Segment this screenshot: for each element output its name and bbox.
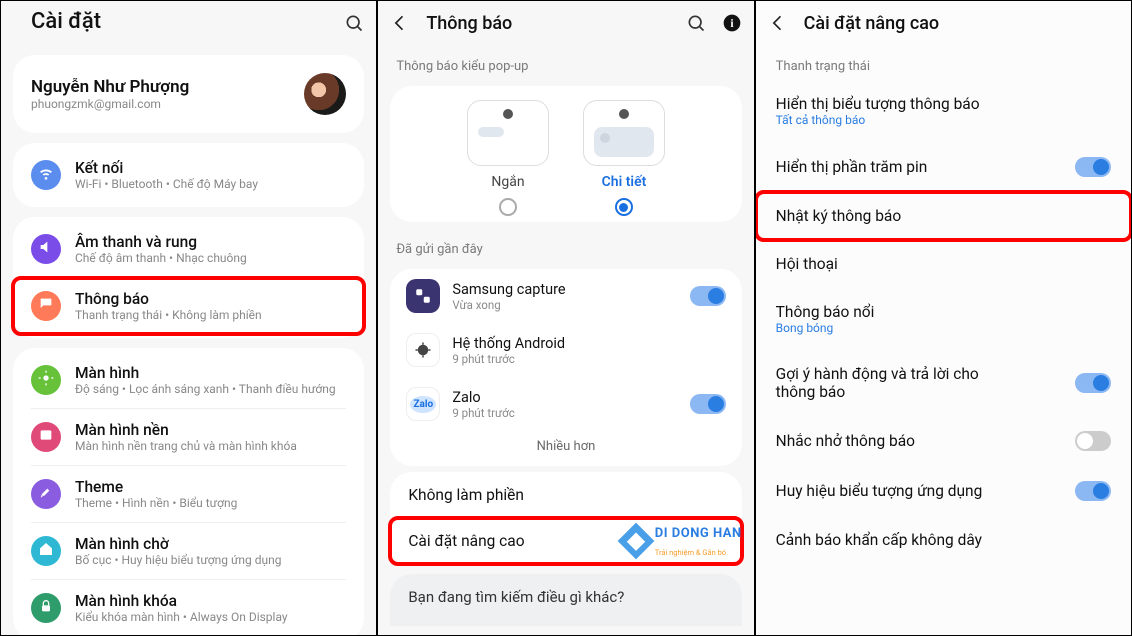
radio-selected-icon <box>615 198 633 216</box>
chat-icon <box>38 296 54 316</box>
profile-name: Nguyễn Như Phượng <box>31 77 189 97</box>
row-show-icons[interactable]: Hiển thị biểu tượng thông báoTất cả thôn… <box>756 80 1131 142</box>
back-icon[interactable] <box>768 13 788 33</box>
row-display[interactable]: Màn hìnhĐộ sáng • Lọc ánh sáng xanh • Th… <box>13 352 364 408</box>
row-reminder[interactable]: Nhắc nhở thông báo <box>756 416 1131 466</box>
row-badge[interactable]: Huy hiệu biểu tượng ứng dụng <box>756 466 1131 516</box>
samsung-capture-icon <box>406 279 440 313</box>
zalo-icon: Zalo <box>406 387 440 421</box>
info-icon[interactable]: i <box>722 13 742 33</box>
row-advanced[interactable]: Cài đặt nâng cao DI DONG HANTrải nghiệm … <box>390 518 741 564</box>
notifications-screen: Thông báo i Thông báo kiểu pop-up Ngắn C… <box>377 0 754 636</box>
android-system-icon <box>406 333 440 367</box>
profile-email: phuongzmk@gmail.com <box>31 97 189 111</box>
image-icon <box>38 427 54 447</box>
row-notification-history[interactable]: Nhật ký thông báo <box>756 192 1131 240</box>
row-themes[interactable]: ThemeTheme • Hình nền • Biểu tượng <box>13 466 364 522</box>
popup-style-card: Ngắn Chi tiết <box>390 86 741 222</box>
more-button[interactable]: Nhiều hơn <box>390 431 741 466</box>
popup-style-detail[interactable]: Chi tiết <box>583 100 665 216</box>
app-row[interactable]: Samsung captureVừa xong <box>390 269 741 323</box>
recent-apps-card: Samsung captureVừa xong Hệ thống Android… <box>390 269 741 466</box>
page-title: Thông báo <box>426 13 512 34</box>
toggle[interactable] <box>1075 431 1111 451</box>
sun-icon <box>38 370 54 390</box>
toggle[interactable] <box>690 286 726 306</box>
back-icon[interactable] <box>390 13 410 33</box>
row-suggest[interactable]: Gợi ý hành động và trả lời cho thông báo <box>756 350 1131 416</box>
row-home[interactable]: Màn hình chờBố cục • Huy hiệu biểu tượng… <box>13 523 364 579</box>
row-wallpaper[interactable]: Màn hình nềnMàn hình nền trang chủ và mà… <box>13 409 364 465</box>
popup-style-label: Thông báo kiểu pop-up <box>378 45 753 80</box>
header: Cài đặt <box>1 1 376 45</box>
search-other[interactable]: Bạn đang tìm kiếm điều gì khác? <box>390 574 741 626</box>
profile-card[interactable]: Nguyễn Như Phượng phuongzmk@gmail.com <box>13 55 364 133</box>
row-floating[interactable]: Thông báo nổiBong bóng <box>756 288 1131 350</box>
row-connections[interactable]: Kết nốiWi-Fi • Bluetooth • Chế độ Máy ba… <box>13 147 364 203</box>
search-icon[interactable] <box>686 13 706 33</box>
search-icon[interactable] <box>344 13 364 33</box>
toggle[interactable] <box>690 394 726 414</box>
toggle[interactable] <box>1075 481 1111 501</box>
settings-group-display: Màn hìnhĐộ sáng • Lọc ánh sáng xanh • Th… <box>13 348 364 636</box>
settings-group-connections: Kết nốiWi-Fi • Bluetooth • Chế độ Máy ba… <box>13 143 364 207</box>
advanced-settings-screen: Cài đặt nâng cao Thanh trạng thái Hiển t… <box>755 0 1132 636</box>
page-title: Cài đặt nâng cao <box>804 13 940 34</box>
watermark-logo: DI DONG HANTrải nghiệm & Gắn bó <box>623 523 742 559</box>
row-conversations[interactable]: Hội thoại <box>756 240 1131 288</box>
wifi-icon <box>38 165 54 185</box>
home-icon <box>38 541 54 561</box>
settings-root-screen: Cài đặt Nguyễn Như Phượng phuongzmk@gmai… <box>0 0 377 636</box>
toggle[interactable] <box>1075 157 1111 177</box>
lock-icon <box>38 598 54 618</box>
row-dnd[interactable]: Không làm phiền <box>390 472 741 518</box>
avatar <box>304 73 346 115</box>
radio-unselected-icon <box>499 198 517 216</box>
popup-style-short[interactable]: Ngắn <box>467 100 549 216</box>
settings-group-general: Âm thanh và rungChế độ âm thanh • Nhạc c… <box>13 217 364 338</box>
row-battery-percent[interactable]: Hiển thị phần trăm pin <box>756 142 1131 192</box>
page-title: Cài đặt <box>13 9 119 38</box>
other-card: Không làm phiền Cài đặt nâng cao DI DONG… <box>390 472 741 564</box>
row-notifications[interactable]: Thông báoThanh trạng thái • Không làm ph… <box>13 278 364 334</box>
row-emergency[interactable]: Cảnh báo khẩn cấp không dây <box>756 516 1131 564</box>
toggle[interactable] <box>1075 373 1111 393</box>
header: Thông báo i <box>378 1 753 45</box>
brush-icon <box>38 484 54 504</box>
app-row[interactable]: Hệ thống Android9 phút trước <box>390 323 741 377</box>
header: Cài đặt nâng cao <box>756 1 1131 45</box>
recent-label: Đã gửi gần đây <box>378 228 753 263</box>
status-bar-label: Thanh trạng thái <box>756 45 1131 80</box>
speaker-icon <box>38 239 54 259</box>
row-sound[interactable]: Âm thanh và rungChế độ âm thanh • Nhạc c… <box>13 221 364 277</box>
row-lock[interactable]: Màn hình khóaKiểu khóa màn hình • Always… <box>13 580 364 636</box>
app-row[interactable]: Zalo Zalo9 phút trước <box>390 377 741 431</box>
